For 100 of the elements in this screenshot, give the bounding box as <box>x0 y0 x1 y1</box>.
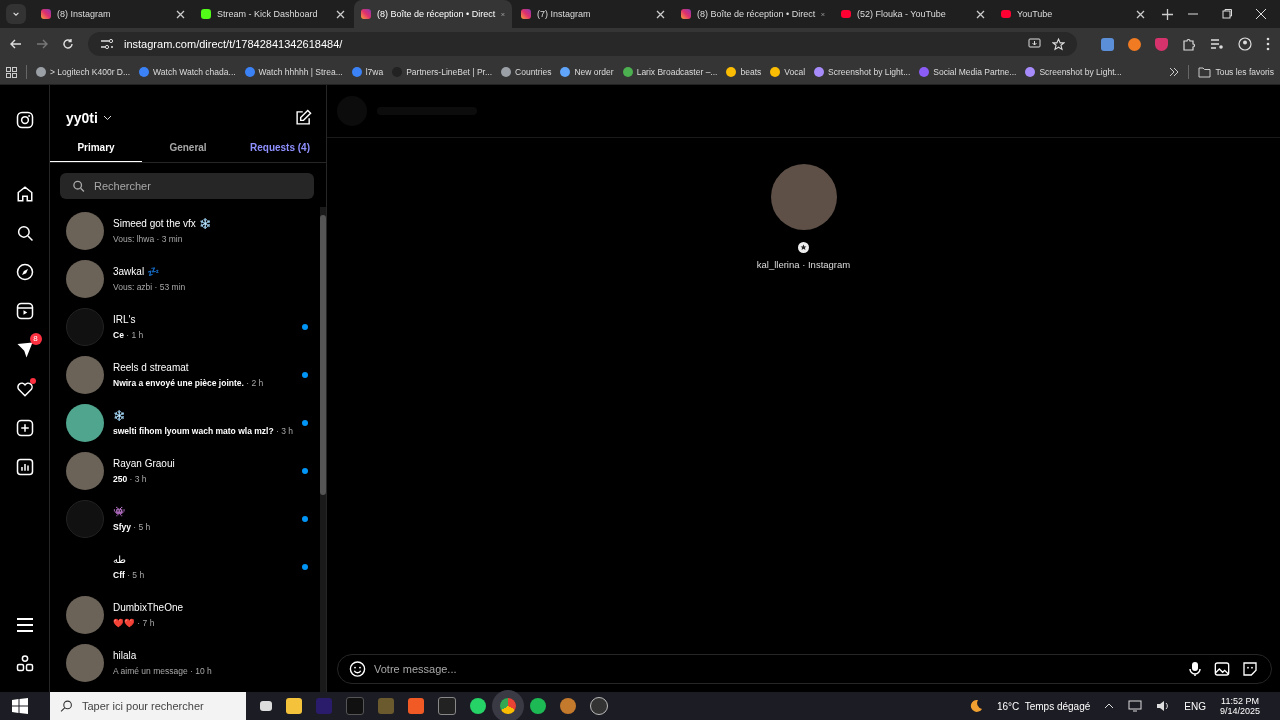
inbox-tab[interactable]: General <box>142 134 234 162</box>
browser-tab[interactable]: (7) Instagram <box>514 0 672 28</box>
network-icon[interactable] <box>1128 700 1143 712</box>
app-icon[interactable] <box>560 698 576 714</box>
bookmark[interactable]: Screenshot by Light... <box>1025 67 1122 77</box>
clock[interactable]: 11:52 PM 9/14/2025 <box>1219 696 1260 716</box>
scrollbar[interactable] <box>319 207 326 692</box>
conversation-item[interactable]: Simeed got the vfx ❄ Vous: lhwa · 3 min <box>50 207 320 255</box>
browser-tab[interactable]: (8) Boîte de réception • Direct <box>674 0 832 28</box>
address-bar[interactable]: instagram.com/direct/t/17842841342618484/ <box>88 32 1077 56</box>
bookmark[interactable]: Watch Watch chada... <box>139 67 236 77</box>
browser-tab[interactable]: YouTube <box>994 0 1152 28</box>
bookmark[interactable]: Watch hhhhh | Strea... <box>244 67 343 77</box>
message-field[interactable]: Votre message... <box>337 654 1272 684</box>
browser-tab[interactable]: (52) Flouka - YouTube <box>834 0 992 28</box>
conversation-item[interactable]: ❄ swelti fihom lyoum wach mato wla mzl? · 3 h <box>50 399 320 447</box>
conversation-item[interactable]: Rayan Graoui 250 · 3 h <box>50 447 320 495</box>
chart-icon[interactable] <box>15 458 34 476</box>
close-icon[interactable] <box>1136 9 1145 19</box>
inbox-tab[interactable]: Requests (4) <box>234 134 326 162</box>
compass-icon[interactable] <box>15 263 34 281</box>
browser-tab[interactable]: (8) Boîte de réception • Direct <box>354 0 512 28</box>
close-icon[interactable] <box>976 9 985 19</box>
compose-icon[interactable] <box>295 109 312 126</box>
extension-icon[interactable] <box>1128 37 1141 51</box>
emoji-icon[interactable] <box>349 660 366 678</box>
instagram-logo-icon[interactable] <box>15 111 34 129</box>
back-arrow-icon[interactable] <box>10 38 22 50</box>
site-icon <box>814 67 825 77</box>
plus-icon[interactable] <box>15 419 34 437</box>
app-icon[interactable] <box>590 697 608 715</box>
task-view-icon[interactable] <box>260 701 272 711</box>
bookmark[interactable]: Vocal <box>770 67 806 77</box>
puzzle-icon[interactable] <box>1182 37 1196 51</box>
star-icon[interactable] <box>1052 37 1065 51</box>
sticker-icon[interactable] <box>1242 661 1258 677</box>
site-icon <box>919 67 930 77</box>
menu-icon[interactable] <box>15 617 34 633</box>
taskbar-search-field[interactable]: Taper ici pour rechercher <box>50 692 246 720</box>
more-icon[interactable] <box>1266 37 1270 51</box>
install-icon[interactable] <box>1028 38 1042 50</box>
language-indicator[interactable]: ENG <box>1184 700 1206 712</box>
reload-icon[interactable] <box>62 38 74 50</box>
search-field[interactable]: Rechercher <box>60 173 314 199</box>
bookmark[interactable]: New order <box>560 67 614 77</box>
speaker-icon[interactable] <box>1156 700 1171 712</box>
forward-arrow-icon[interactable] <box>36 38 48 50</box>
username-switcher[interactable]: yy0ti <box>66 109 112 126</box>
browser-tab[interactable]: Stream - Kick Dashboard <box>194 0 352 28</box>
bookmark[interactable]: l7wa <box>351 67 384 77</box>
site-icon <box>1025 67 1036 77</box>
bookmark[interactable]: beats <box>726 67 762 77</box>
conversation-item[interactable]: 3awkal 💤 Vous: azbi · 53 min <box>50 255 320 303</box>
message-preview: A aimé un message · 10 h <box>113 666 213 676</box>
profile-icon[interactable] <box>1238 37 1252 51</box>
empty-avatar <box>66 308 104 346</box>
bookmark[interactable]: Larix Broadcaster –... <box>622 67 718 77</box>
shield-icon[interactable] <box>1155 37 1168 51</box>
home-icon[interactable] <box>15 185 34 203</box>
message-preview: swelti fihom lyoum wach mato wla mzl? · 3 h <box>113 426 293 436</box>
windows-start-icon[interactable] <box>12 698 28 714</box>
bookmark[interactable]: Screenshot by Light... <box>814 67 911 77</box>
conversation-item[interactable]: DumbixTheOne ❤❤ · 7 h <box>50 591 320 639</box>
message-preview: Vous: azbi · 53 min <box>113 282 187 292</box>
close-icon[interactable] <box>1256 9 1266 19</box>
extension-icon[interactable] <box>1101 37 1114 51</box>
restore-icon[interactable] <box>1222 9 1232 19</box>
conversation-item[interactable]: 👾 Sfyy · 5 h <box>50 495 320 543</box>
heart-icon[interactable] <box>15 380 34 398</box>
conversation-item[interactable]: IRL's Ce · 1 h <box>50 303 320 351</box>
browser-tab[interactable]: (8) Instagram <box>34 0 192 28</box>
site-settings-icon[interactable] <box>100 38 114 50</box>
microphone-icon[interactable] <box>1188 661 1202 677</box>
reels-icon[interactable] <box>15 302 34 320</box>
search-icon[interactable] <box>15 224 34 242</box>
paper-plane-icon[interactable] <box>15 341 34 359</box>
conversation-name: ❄ <box>113 410 126 421</box>
close-icon[interactable] <box>656 9 665 19</box>
apps-grid-icon[interactable] <box>6 66 17 78</box>
conversation-name: Simeed got the vfx ❄ <box>113 218 212 229</box>
chevron-up-icon[interactable] <box>1104 702 1115 710</box>
conversation-item[interactable]: hilala A aimé un message · 10 h <box>50 639 320 687</box>
weather-text[interactable]: 16°C Temps dégagé <box>996 700 1091 712</box>
url-text: instagram.com/direct/t/17842841342618484/ <box>124 38 343 50</box>
chevron-icon[interactable] <box>1169 67 1180 77</box>
new-tab-icon[interactable] <box>1162 8 1173 20</box>
all-bookmarks-folder[interactable]: Tous les favoris <box>1198 66 1274 78</box>
image-icon[interactable] <box>1214 661 1230 677</box>
close-icon[interactable] <box>336 9 345 19</box>
bookmark[interactable]: Partners-LineBet | Pr... <box>392 67 493 77</box>
bookmark[interactable]: > Logitech K400r D... <box>36 67 131 77</box>
inbox-tab[interactable]: Primary <box>50 134 142 162</box>
media-icon[interactable] <box>1210 38 1224 50</box>
close-icon[interactable] <box>176 9 185 19</box>
bookmark[interactable]: Countries <box>501 67 552 77</box>
bookmark[interactable]: Social Media Partne... <box>919 67 1017 77</box>
tab-search-button[interactable] <box>6 4 26 24</box>
conversation-item[interactable]: Reels d streamat Nwira a envoyé une pièce jointe. · 2 h <box>50 351 320 399</box>
apps-icon[interactable] <box>15 654 34 672</box>
app-icon[interactable] <box>438 697 456 715</box>
